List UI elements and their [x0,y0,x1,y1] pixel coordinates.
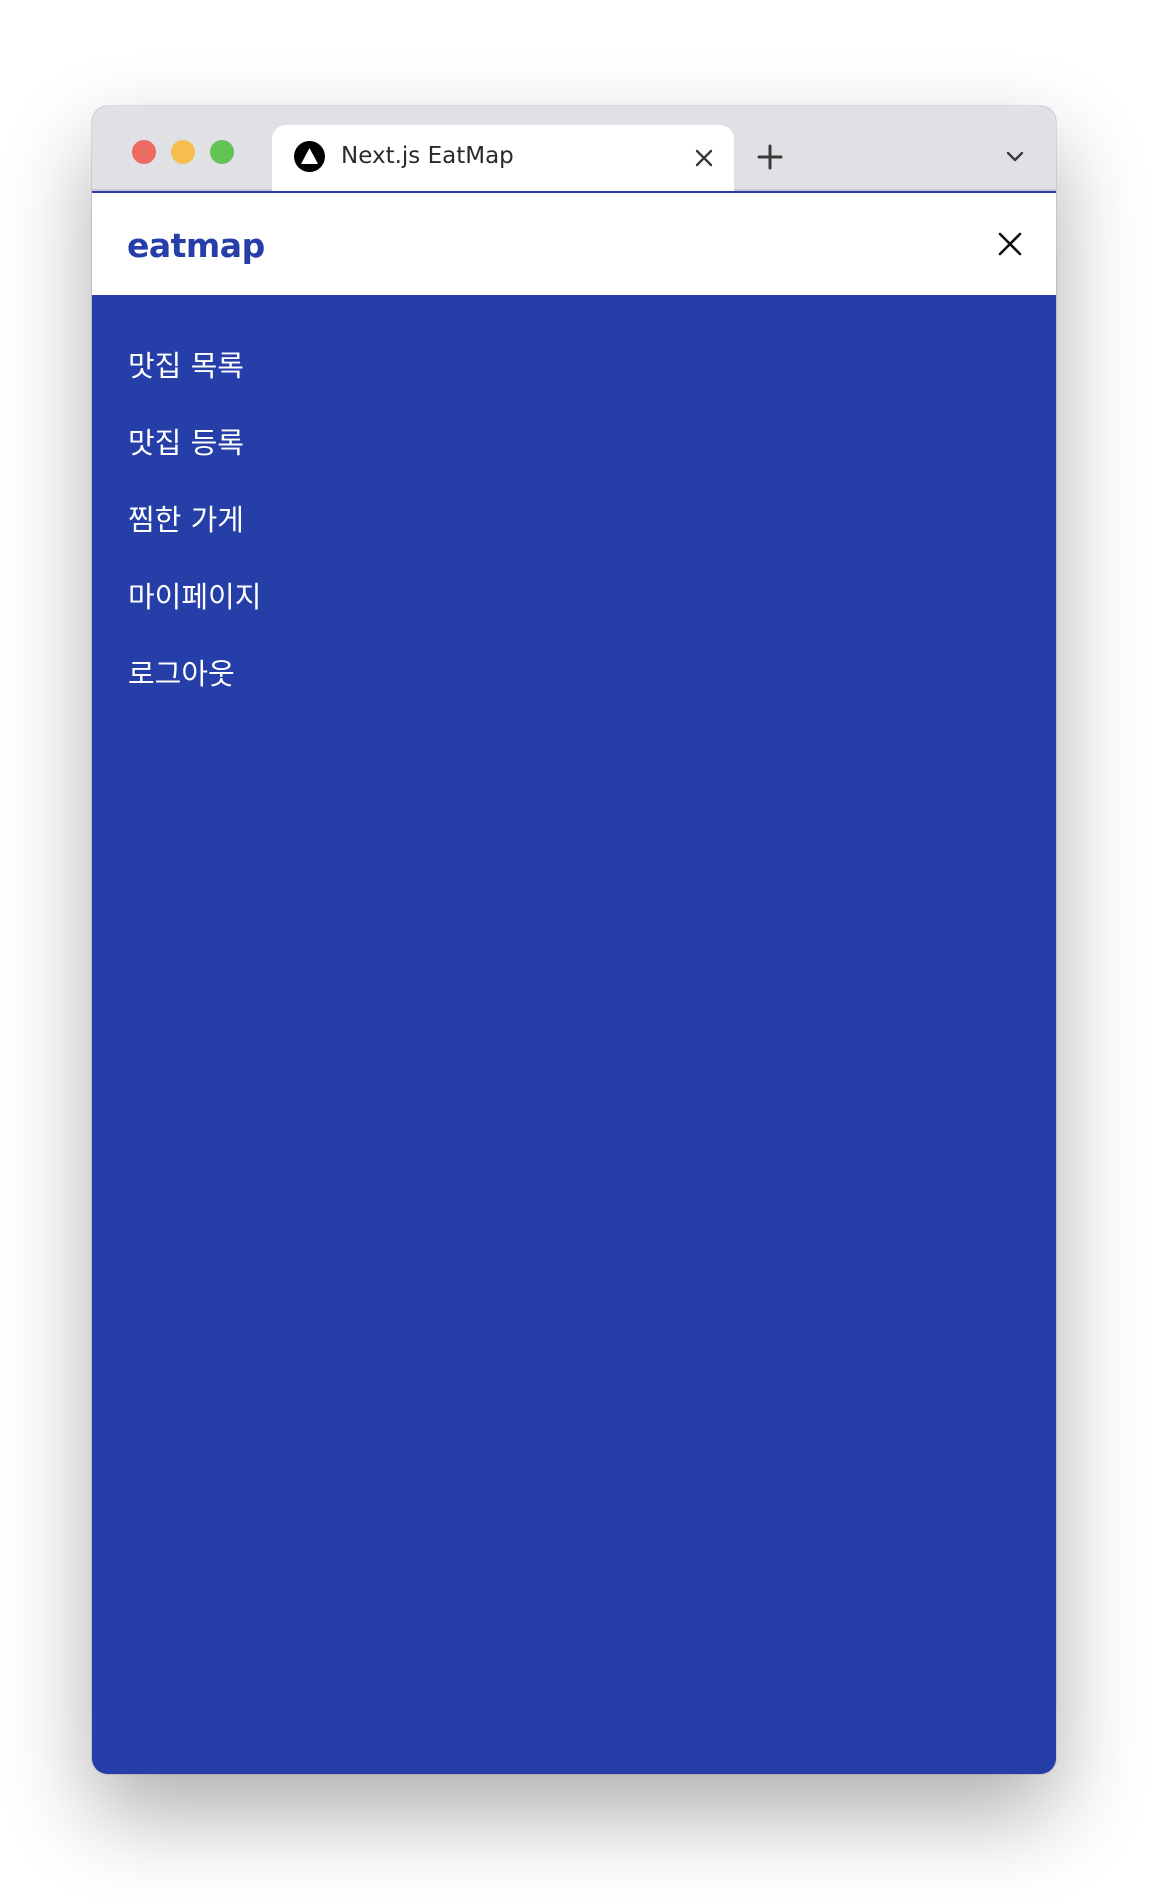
brand-logo[interactable]: eatmap [127,226,265,265]
chevron-down-icon[interactable] [1003,145,1027,169]
tab-title: Next.js EatMap [341,143,514,169]
close-icon[interactable] [995,229,1025,259]
browser-titlebar: Next.js EatMap [92,106,1056,191]
plus-icon[interactable] [754,141,786,173]
menu-item-liked-stores[interactable]: 찜한 가게 [128,497,244,539]
menu-item-restaurant-register[interactable]: 맛집 등록 [128,420,244,462]
browser-window: Next.js EatMap eatmap 맛집 목록 맛집 등록 찜한 가게 … [92,106,1056,1774]
maximize-window-button[interactable] [210,140,234,164]
close-window-button[interactable] [132,140,156,164]
close-icon[interactable] [692,146,716,170]
menu-item-restaurant-list[interactable]: 맛집 목록 [128,343,244,385]
menu-item-mypage[interactable]: 마이페이지 [128,574,261,616]
nextjs-triangle-icon [294,141,325,172]
menu-item-logout[interactable]: 로그아웃 [128,651,235,693]
app-header: eatmap [92,193,1056,295]
mobile-menu: 맛집 목록 맛집 등록 찜한 가게 마이페이지 로그아웃 [92,295,1056,1774]
minimize-window-button[interactable] [171,140,195,164]
browser-tab[interactable]: Next.js EatMap [272,125,734,191]
